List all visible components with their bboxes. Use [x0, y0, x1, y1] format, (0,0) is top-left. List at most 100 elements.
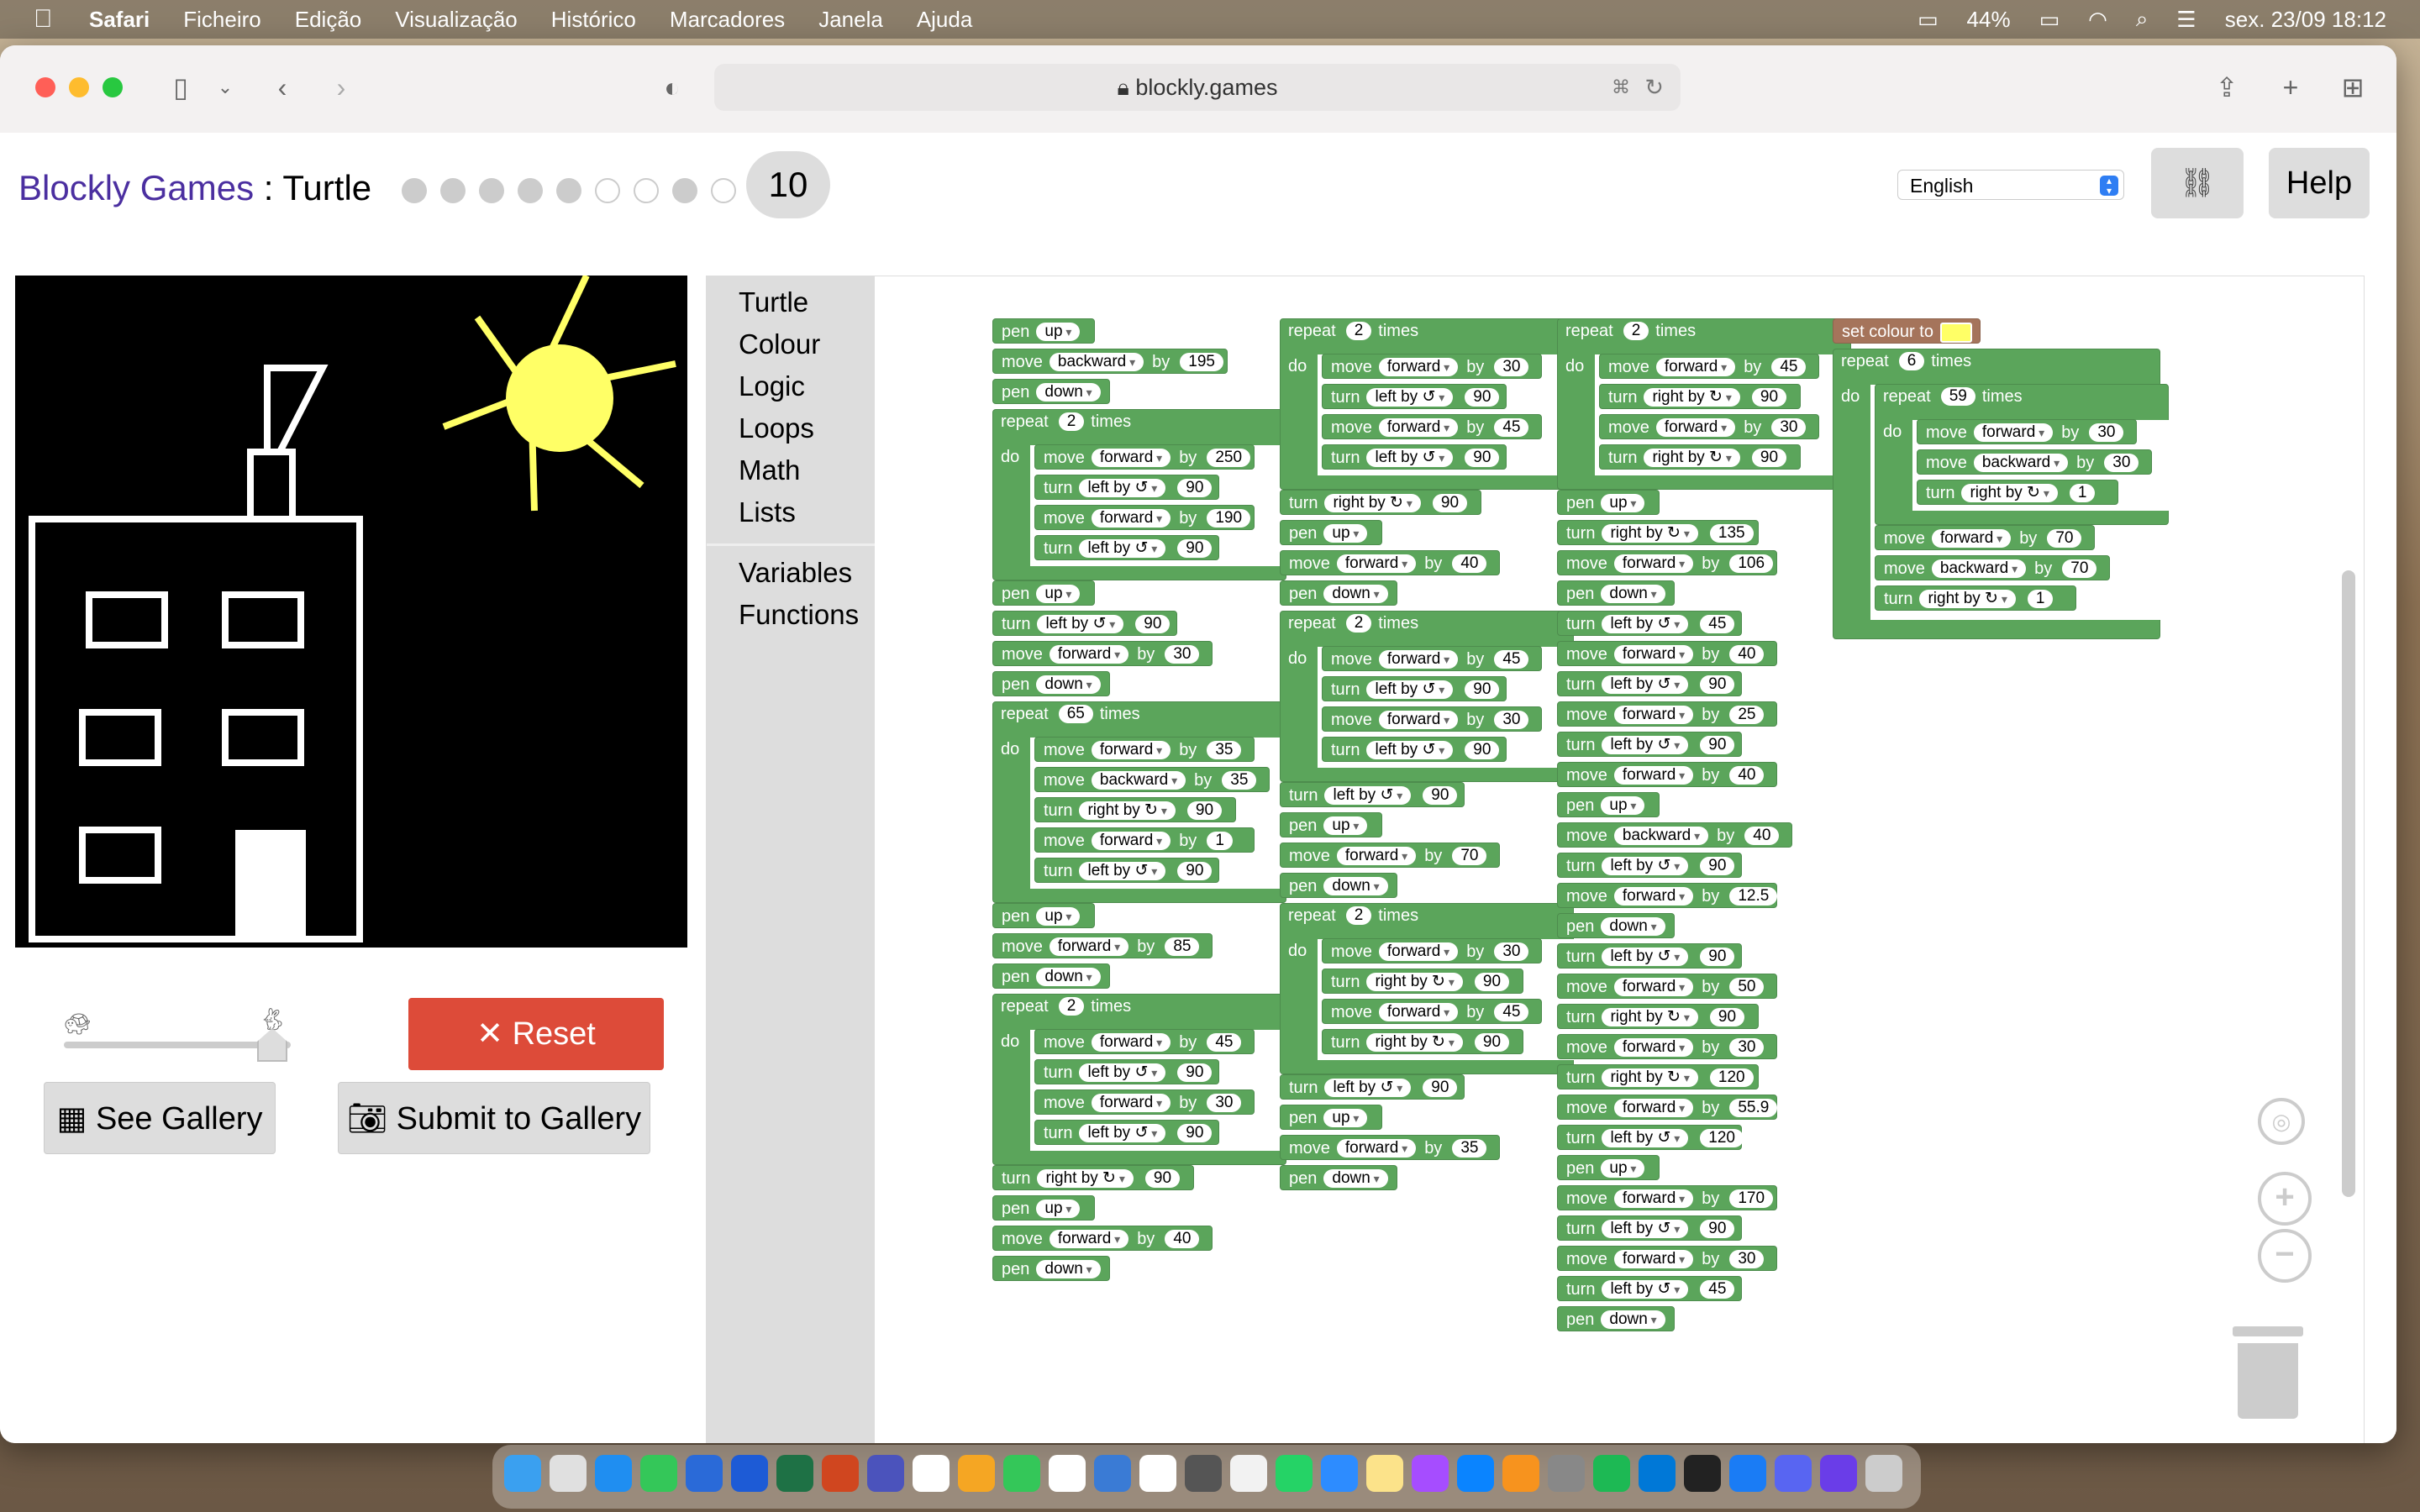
direction-dropdown[interactable]: forward [1091, 508, 1171, 528]
pen-dropdown[interactable]: up [1323, 523, 1368, 543]
number-input[interactable]: 1 [1207, 831, 1233, 850]
block-pen[interactable]: pen down [1280, 580, 1397, 606]
direction-dropdown[interactable]: forward [1613, 644, 1694, 664]
turn-dropdown[interactable]: right by ↻ [1037, 1168, 1134, 1188]
number-input[interactable]: 30 [1494, 710, 1529, 729]
number-input[interactable]: 30 [1771, 417, 1807, 437]
number-input[interactable]: 45 [1700, 614, 1735, 633]
block-turn[interactable]: turn right by ↻ 90 [1280, 490, 1481, 515]
zoom-in-icon[interactable]: + [2258, 1172, 2312, 1226]
block-move[interactable]: move forward by 45 [1322, 646, 1542, 671]
dock-app-icon[interactable] [1775, 1455, 1812, 1492]
reload-icon[interactable]: ↻ [1644, 64, 1664, 111]
number-input[interactable]: 90 [1177, 538, 1213, 558]
speed-slider-handle[interactable] [257, 1028, 287, 1062]
privacy-shield-icon[interactable]: ◐ [655, 71, 689, 104]
toolbox-math[interactable]: Math [739, 454, 800, 486]
turn-dropdown[interactable]: left by ↺ [1602, 1128, 1689, 1147]
battery-icon[interactable]: ▭ [2039, 7, 2060, 33]
block-move[interactable]: move forward by 45 [1599, 354, 1819, 379]
number-input[interactable]: 90 [1423, 785, 1458, 805]
number-input[interactable]: 135 [1709, 523, 1754, 543]
block-pen[interactable]: pen up [1280, 520, 1382, 545]
pen-dropdown[interactable]: down [1036, 1259, 1101, 1278]
block-move[interactable]: move forward by 45 [1322, 414, 1542, 439]
toolbox-variables[interactable]: Variables [739, 557, 852, 589]
direction-dropdown[interactable]: backward [1931, 559, 2027, 578]
turn-dropdown[interactable]: right by ↻ [1366, 1032, 1463, 1052]
menu-history[interactable]: Histórico [551, 7, 636, 33]
turn-dropdown[interactable]: right by ↻ [1602, 1007, 1698, 1026]
pen-dropdown[interactable]: down [1323, 584, 1388, 603]
block-pen[interactable]: pen down [1557, 580, 1675, 606]
block-pen[interactable]: pen down [992, 671, 1110, 696]
number-input[interactable]: 90 [1186, 801, 1223, 820]
direction-dropdown[interactable]: forward [1378, 1002, 1459, 1021]
menu-window[interactable]: Janela [818, 7, 883, 33]
direction-dropdown[interactable]: forward [1378, 357, 1459, 376]
block-pen[interactable]: pen down [992, 379, 1110, 404]
number-input[interactable]: 30 [1165, 644, 1200, 664]
direction-dropdown[interactable]: forward [1091, 448, 1171, 467]
speed-slider[interactable] [64, 1042, 291, 1048]
block-turn[interactable]: turn left by ↺ 90 [1557, 671, 1742, 696]
dock-app-icon[interactable] [550, 1455, 587, 1492]
number-input[interactable]: 90 [1465, 448, 1500, 467]
block-move[interactable]: move forward by 25 [1557, 701, 1777, 727]
dock-app-icon[interactable] [1049, 1455, 1086, 1492]
direction-dropdown[interactable]: forward [1613, 1189, 1694, 1208]
block-move[interactable]: move forward by 170 [1557, 1185, 1777, 1210]
direction-dropdown[interactable]: forward [1091, 831, 1171, 850]
block-move[interactable]: move forward by 40 [1280, 550, 1500, 575]
toolbox-logic[interactable]: Logic [739, 370, 805, 402]
dock-app-icon[interactable] [1276, 1455, 1313, 1492]
turn-dropdown[interactable]: left by ↺ [1602, 856, 1689, 875]
dock-app-icon[interactable] [776, 1455, 813, 1492]
number-input[interactable]: 90 [1474, 972, 1510, 991]
current-level-badge[interactable]: 10 [746, 151, 830, 218]
direction-dropdown[interactable]: backward [1049, 352, 1144, 371]
turn-dropdown[interactable]: right by ↻ [1366, 972, 1463, 991]
pen-dropdown[interactable]: up [1323, 816, 1368, 835]
block-turn[interactable]: turn left by ↺ 90 [1280, 782, 1465, 807]
turn-dropdown[interactable]: right by ↻ [1961, 483, 2058, 502]
number-input[interactable]: 70 [2047, 528, 2082, 548]
pen-dropdown[interactable]: up [1036, 584, 1081, 603]
new-tab-icon[interactable]: + [2274, 71, 2307, 104]
number-input[interactable]: 90 [1135, 614, 1171, 633]
block-turn[interactable]: turn right by ↻ 90 [1034, 797, 1236, 822]
block-move[interactable]: move backward by 30 [1917, 449, 2152, 475]
number-input[interactable]: 1 [2069, 483, 2096, 502]
dock-app-icon[interactable] [1639, 1455, 1676, 1492]
dock-app-icon[interactable] [1412, 1455, 1449, 1492]
number-input[interactable]: 40 [1165, 1229, 1200, 1248]
block-move[interactable]: move forward by 40 [1557, 641, 1777, 666]
dock-app-icon[interactable] [1457, 1455, 1494, 1492]
turn-dropdown[interactable]: right by ↻ [1644, 448, 1740, 467]
turn-dropdown[interactable]: right by ↻ [1324, 493, 1421, 512]
dock-app-icon[interactable] [1865, 1455, 1902, 1492]
dock-app-icon[interactable] [958, 1455, 995, 1492]
number-input[interactable]: 90 [1177, 1063, 1213, 1082]
block-pen[interactable]: pen up [992, 580, 1095, 606]
translate-icon[interactable]: ⌘ [1612, 64, 1630, 111]
block-pen[interactable]: pen down [1280, 873, 1397, 898]
block-pen[interactable]: pen up [992, 903, 1095, 928]
direction-dropdown[interactable]: forward [1613, 1249, 1694, 1268]
block-turn[interactable]: turn left by ↺ 90 [1034, 858, 1219, 883]
direction-dropdown[interactable]: backward [1613, 826, 1709, 845]
repeat-count-input[interactable]: 2 [1345, 321, 1372, 340]
direction-dropdown[interactable]: forward [1613, 1037, 1694, 1057]
control-center-icon[interactable]: ☰ [2176, 7, 2196, 33]
number-input[interactable]: 35 [1207, 740, 1242, 759]
language-select[interactable]: English ▴ ▾ [1897, 170, 2124, 200]
toolbox-turtle[interactable]: Turtle [739, 286, 808, 318]
dock-app-icon[interactable] [1684, 1455, 1721, 1492]
number-input[interactable]: 90 [1700, 947, 1735, 966]
block-move[interactable]: move forward by 45 [1322, 999, 1542, 1024]
number-input[interactable]: 90 [1709, 1007, 1745, 1026]
block-move[interactable]: move backward by 195 [992, 349, 1228, 374]
block-turn[interactable]: turn right by ↻ 90 [1599, 444, 1801, 470]
apple-menu-icon[interactable]:  [34, 5, 59, 34]
number-input[interactable]: 190 [1207, 508, 1251, 528]
